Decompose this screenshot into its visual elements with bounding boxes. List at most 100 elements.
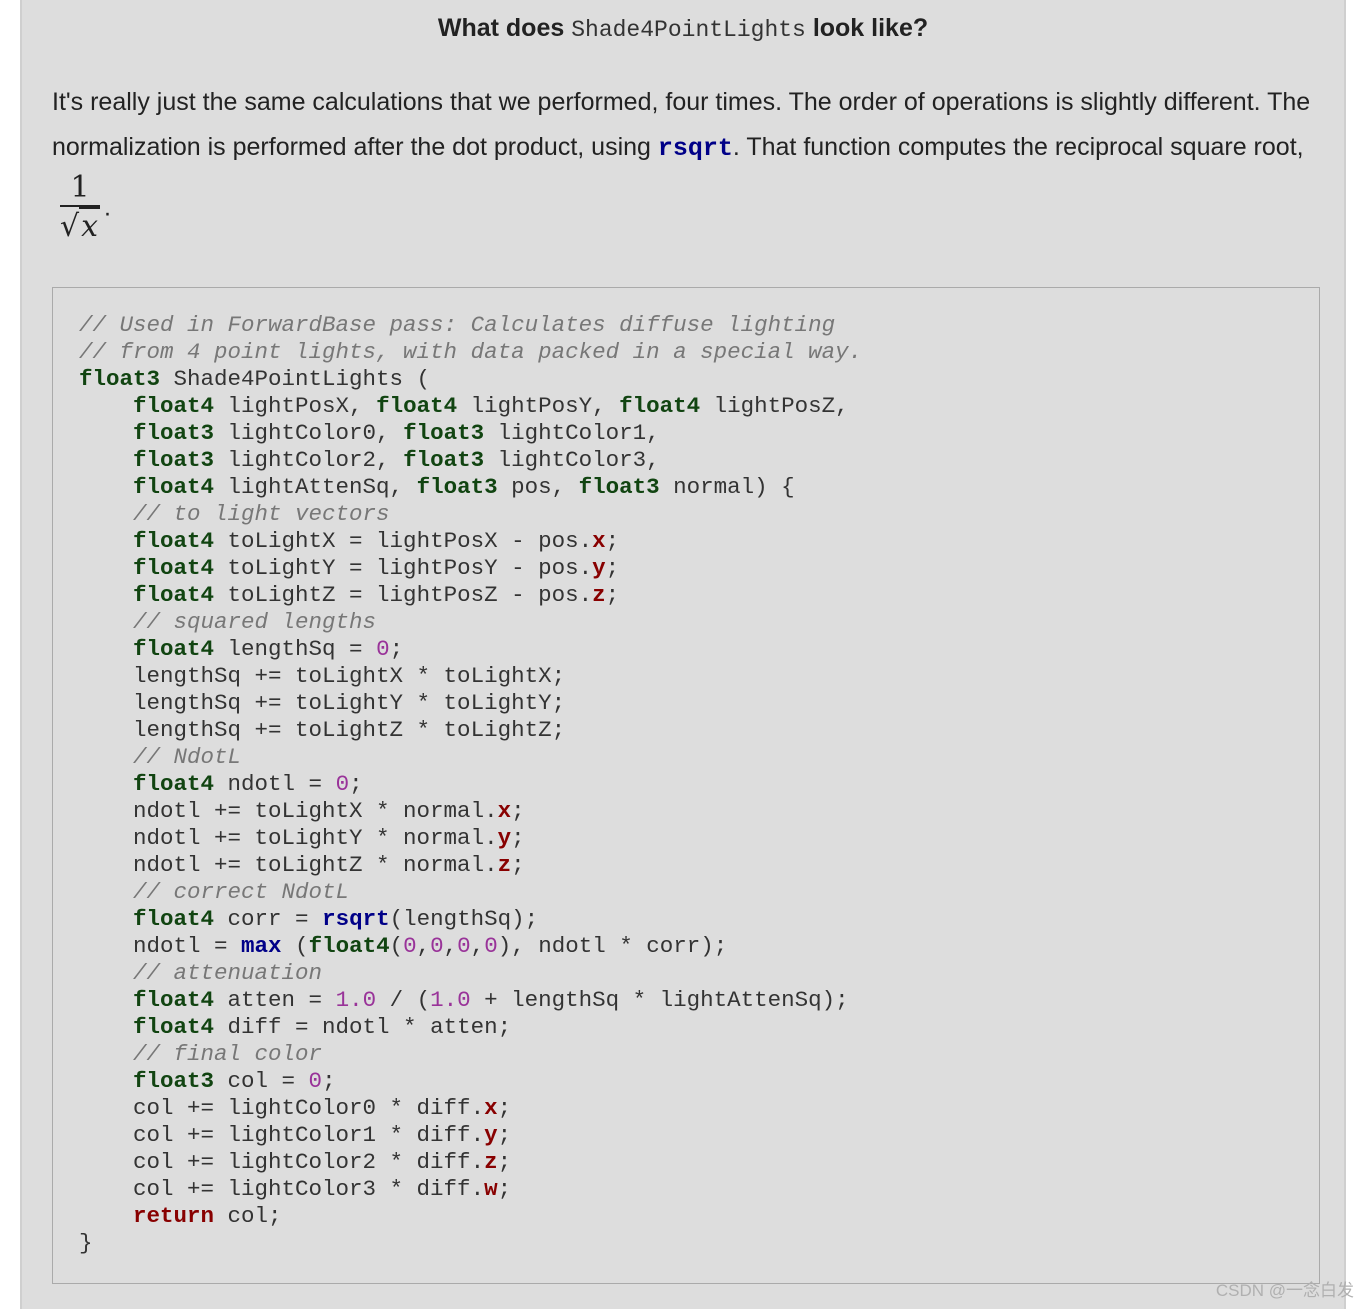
code-line: float4 toLightX = lightPosX - pos.x; (79, 528, 619, 554)
code-token: float4 (133, 771, 215, 797)
code-line: // NdotL (79, 744, 241, 770)
code-token: 1.0 (430, 987, 471, 1013)
heading-code: Shade4PointLights (571, 17, 806, 43)
code-token: float3 (416, 474, 498, 500)
code-token: lengthSq = (214, 636, 377, 662)
code-token: float3 (403, 420, 485, 446)
code-token: float3 (133, 447, 215, 473)
code-token: z (484, 1149, 498, 1175)
code-line: float3 col = 0; (79, 1068, 336, 1094)
code-token: Shade4PointLights ( (160, 366, 431, 392)
code-token: float4 (133, 582, 215, 608)
code-line: float3 lightColor0, float3 lightColor1, (79, 420, 660, 446)
code-token: ; (605, 555, 620, 581)
code-token: col += lightColor3 * diff. (79, 1176, 485, 1202)
code-line: float3 Shade4PointLights ( (79, 366, 430, 392)
code-token: float4 (133, 474, 215, 500)
code-token: toLightY = lightPosY - pos. (214, 555, 593, 581)
section-heading: What does Shade4PointLights look like? (22, 14, 1344, 43)
code-token: 0 (484, 933, 498, 959)
code-token: (lengthSq); (389, 906, 539, 932)
code-token: // attenuation (133, 960, 323, 986)
code-token: y (497, 825, 512, 851)
code-token: atten = (214, 987, 336, 1013)
content-panel: What does Shade4PointLights look like? I… (20, 0, 1346, 1309)
code-token: float4 (133, 1014, 215, 1040)
code-token: / ( (376, 987, 431, 1013)
code-token: 0 (308, 1068, 323, 1094)
code-token: float4 (376, 393, 458, 419)
code-token: pos, (497, 474, 579, 500)
code-token: col += lightColor2 * diff. (79, 1149, 485, 1175)
code-token: 0 (335, 771, 350, 797)
code-token: x (592, 528, 606, 554)
code-line: // attenuation (79, 960, 322, 986)
code-token: float4 (133, 528, 215, 554)
code-token: float4 (308, 933, 390, 959)
code-token: ; (511, 852, 525, 878)
code-token: ; (389, 636, 404, 662)
code-token: lightColor3, (484, 447, 660, 473)
code-token: z (497, 852, 512, 878)
watermark: CSDN @一念白发 (1215, 1281, 1354, 1300)
code-token: float4 (133, 636, 215, 662)
code-line: ndotl = max (float4(0,0,0,0), ndotl * co… (79, 933, 727, 959)
code-token: float4 (133, 393, 215, 419)
code-line: col += lightColor3 * diff.w; (79, 1176, 511, 1202)
code-line: float4 toLightY = lightPosY - pos.y; (79, 555, 619, 581)
code-token: ( (389, 933, 404, 959)
code-line: // to light vectors (79, 501, 390, 527)
code-line: lengthSq += toLightX * toLightX; (79, 663, 565, 689)
code-token: } (79, 1230, 93, 1256)
code-line: float4 atten = 1.0 / (1.0 + lengthSq * l… (79, 987, 849, 1013)
code-line: // Used in ForwardBase pass: Calculates … (79, 312, 835, 338)
code-token: lengthSq += toLightZ * toLightZ; (79, 717, 566, 743)
code-token: max (241, 933, 282, 959)
code-line: // correct NdotL (79, 879, 349, 905)
code-token: , (416, 933, 431, 959)
code-token: ; (605, 528, 620, 554)
code-token: ndotl += toLightZ * normal. (79, 852, 498, 878)
code-token: rsqrt (322, 906, 390, 932)
code-token: ; (497, 1095, 512, 1121)
code-token: lightPosX, (214, 393, 377, 419)
code-token: // squared lengths (133, 609, 377, 635)
code-token: ; (511, 798, 525, 824)
code-token: float4 (133, 906, 215, 932)
code-token: ; (497, 1122, 512, 1148)
code-token: w (484, 1176, 498, 1202)
code-token: // NdotL (133, 744, 242, 770)
code-token: col = (214, 1068, 309, 1094)
code-line: float4 lengthSq = 0; (79, 636, 403, 662)
code-token: z (592, 582, 606, 608)
code-token: lightColor2, (214, 447, 404, 473)
inline-code-rsqrt: rsqrt (657, 134, 733, 163)
code-line: float4 ndotl = 0; (79, 771, 363, 797)
sqrt-symbol: √ (60, 209, 80, 244)
code-token: 0 (457, 933, 471, 959)
code-token: return (133, 1203, 215, 1229)
code-token: col += lightColor1 * diff. (79, 1122, 485, 1148)
fraction-formula: 1 √x (60, 171, 101, 247)
code-token: y (484, 1122, 498, 1148)
code-token: float3 (403, 447, 485, 473)
code-token: corr = (214, 906, 323, 932)
code-token: lightPosZ, (700, 393, 849, 419)
code-token: ; (349, 771, 363, 797)
code-token: , (470, 933, 485, 959)
code-token: float3 (133, 420, 215, 446)
